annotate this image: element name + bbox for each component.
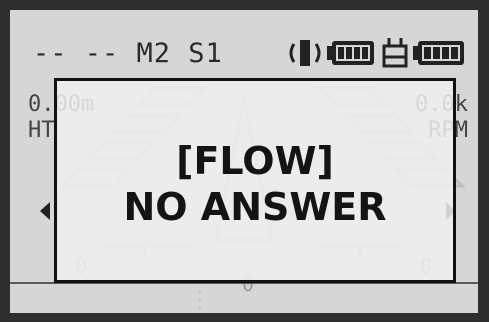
battery-icon	[413, 41, 464, 65]
antenna-icon	[289, 40, 321, 66]
left-marker-icon	[40, 202, 50, 220]
battery-icon	[327, 41, 374, 65]
alert-dialog[interactable]: [FLOW] NO ANSWER	[54, 78, 456, 283]
alert-title: [FLOW]	[176, 138, 334, 183]
alert-message: NO ANSWER	[123, 184, 387, 229]
receiver-icon	[382, 38, 408, 68]
bottom-divider	[10, 282, 478, 313]
flight-mode-text: -- -- M2 S1	[33, 38, 223, 69]
lcd-screen: -- -- M2 S1 HT 0 [FLOW] NO ANSWER	[10, 10, 478, 313]
status-bar: -- -- M2 S1	[10, 10, 478, 80]
